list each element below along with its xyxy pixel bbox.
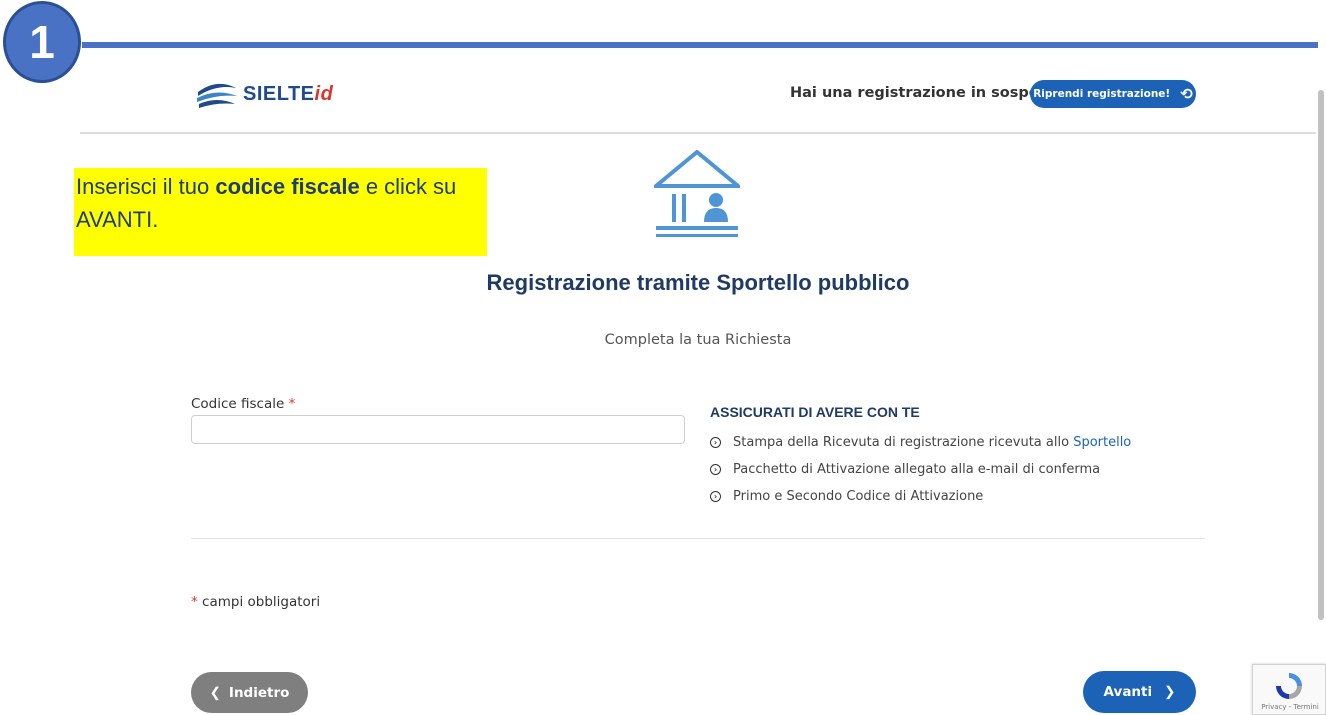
checklist-title: ASSICURATI DI AVERE CON TE: [710, 404, 920, 420]
recaptcha-links[interactable]: Privacy - Termini: [1253, 703, 1326, 711]
recaptcha-icon: [1276, 673, 1302, 699]
step-number-badge: 1: [3, 1, 81, 83]
checklist-item: › Pacchetto di Attivazione allegato alla…: [710, 462, 1131, 489]
sportello-link[interactable]: Sportello: [1073, 435, 1131, 450]
site-header: SIELTEid Hai una registrazione in sospes…: [80, 60, 1316, 134]
chevron-left-icon: ❮: [209, 684, 221, 701]
step-divider-line: [82, 42, 1318, 48]
required-fields-note: * campi obbligatori: [191, 594, 321, 610]
resume-registration-button[interactable]: Riprendi registrazione! ⟲: [1030, 80, 1196, 108]
page-title: Registrazione tramite Sportello pubblico: [486, 270, 910, 295]
scrollbar-thumb[interactable]: [1318, 90, 1324, 620]
chevron-right-icon: ❯: [1164, 684, 1176, 700]
wave-logo-icon: [197, 83, 237, 108]
codice-fiscale-label: Codice fiscale *: [191, 396, 296, 412]
next-button[interactable]: Avanti ❯: [1083, 671, 1196, 713]
scrollbar[interactable]: [1316, 90, 1326, 650]
resume-arrow-icon: ⟲: [1180, 85, 1193, 103]
checklist: › Stampa della Ricevuta di registrazione…: [710, 435, 1131, 516]
brand-name: SIELTEid: [243, 82, 334, 105]
form-divider: [191, 538, 1205, 539]
public-office-icon: [654, 150, 740, 237]
page-subtitle: Completa la tua Richiesta: [604, 332, 792, 348]
next-button-label: Avanti: [1103, 684, 1153, 700]
pending-registration-question: Hai una registrazione in sospeso?: [790, 85, 1066, 101]
back-button[interactable]: ❮ Indietro: [191, 672, 308, 713]
resume-registration-label: Riprendi registrazione!: [1033, 88, 1171, 100]
arrow-circle-icon: ›: [710, 464, 721, 475]
sielte-id-logo[interactable]: SIELTEid: [195, 74, 333, 114]
checklist-item: › Primo e Secondo Codice di Attivazione: [710, 489, 1131, 516]
recaptcha-badge[interactable]: Privacy - Termini: [1252, 664, 1326, 715]
codice-fiscale-input[interactable]: [191, 415, 685, 444]
instruction-callout: Inserisci il tuo codice fiscale e click …: [74, 168, 487, 256]
back-button-label: Indietro: [228, 684, 290, 701]
arrow-circle-icon: ›: [710, 437, 721, 448]
arrow-circle-icon: ›: [710, 491, 721, 502]
checklist-item: › Stampa della Ricevuta di registrazione…: [710, 435, 1131, 462]
